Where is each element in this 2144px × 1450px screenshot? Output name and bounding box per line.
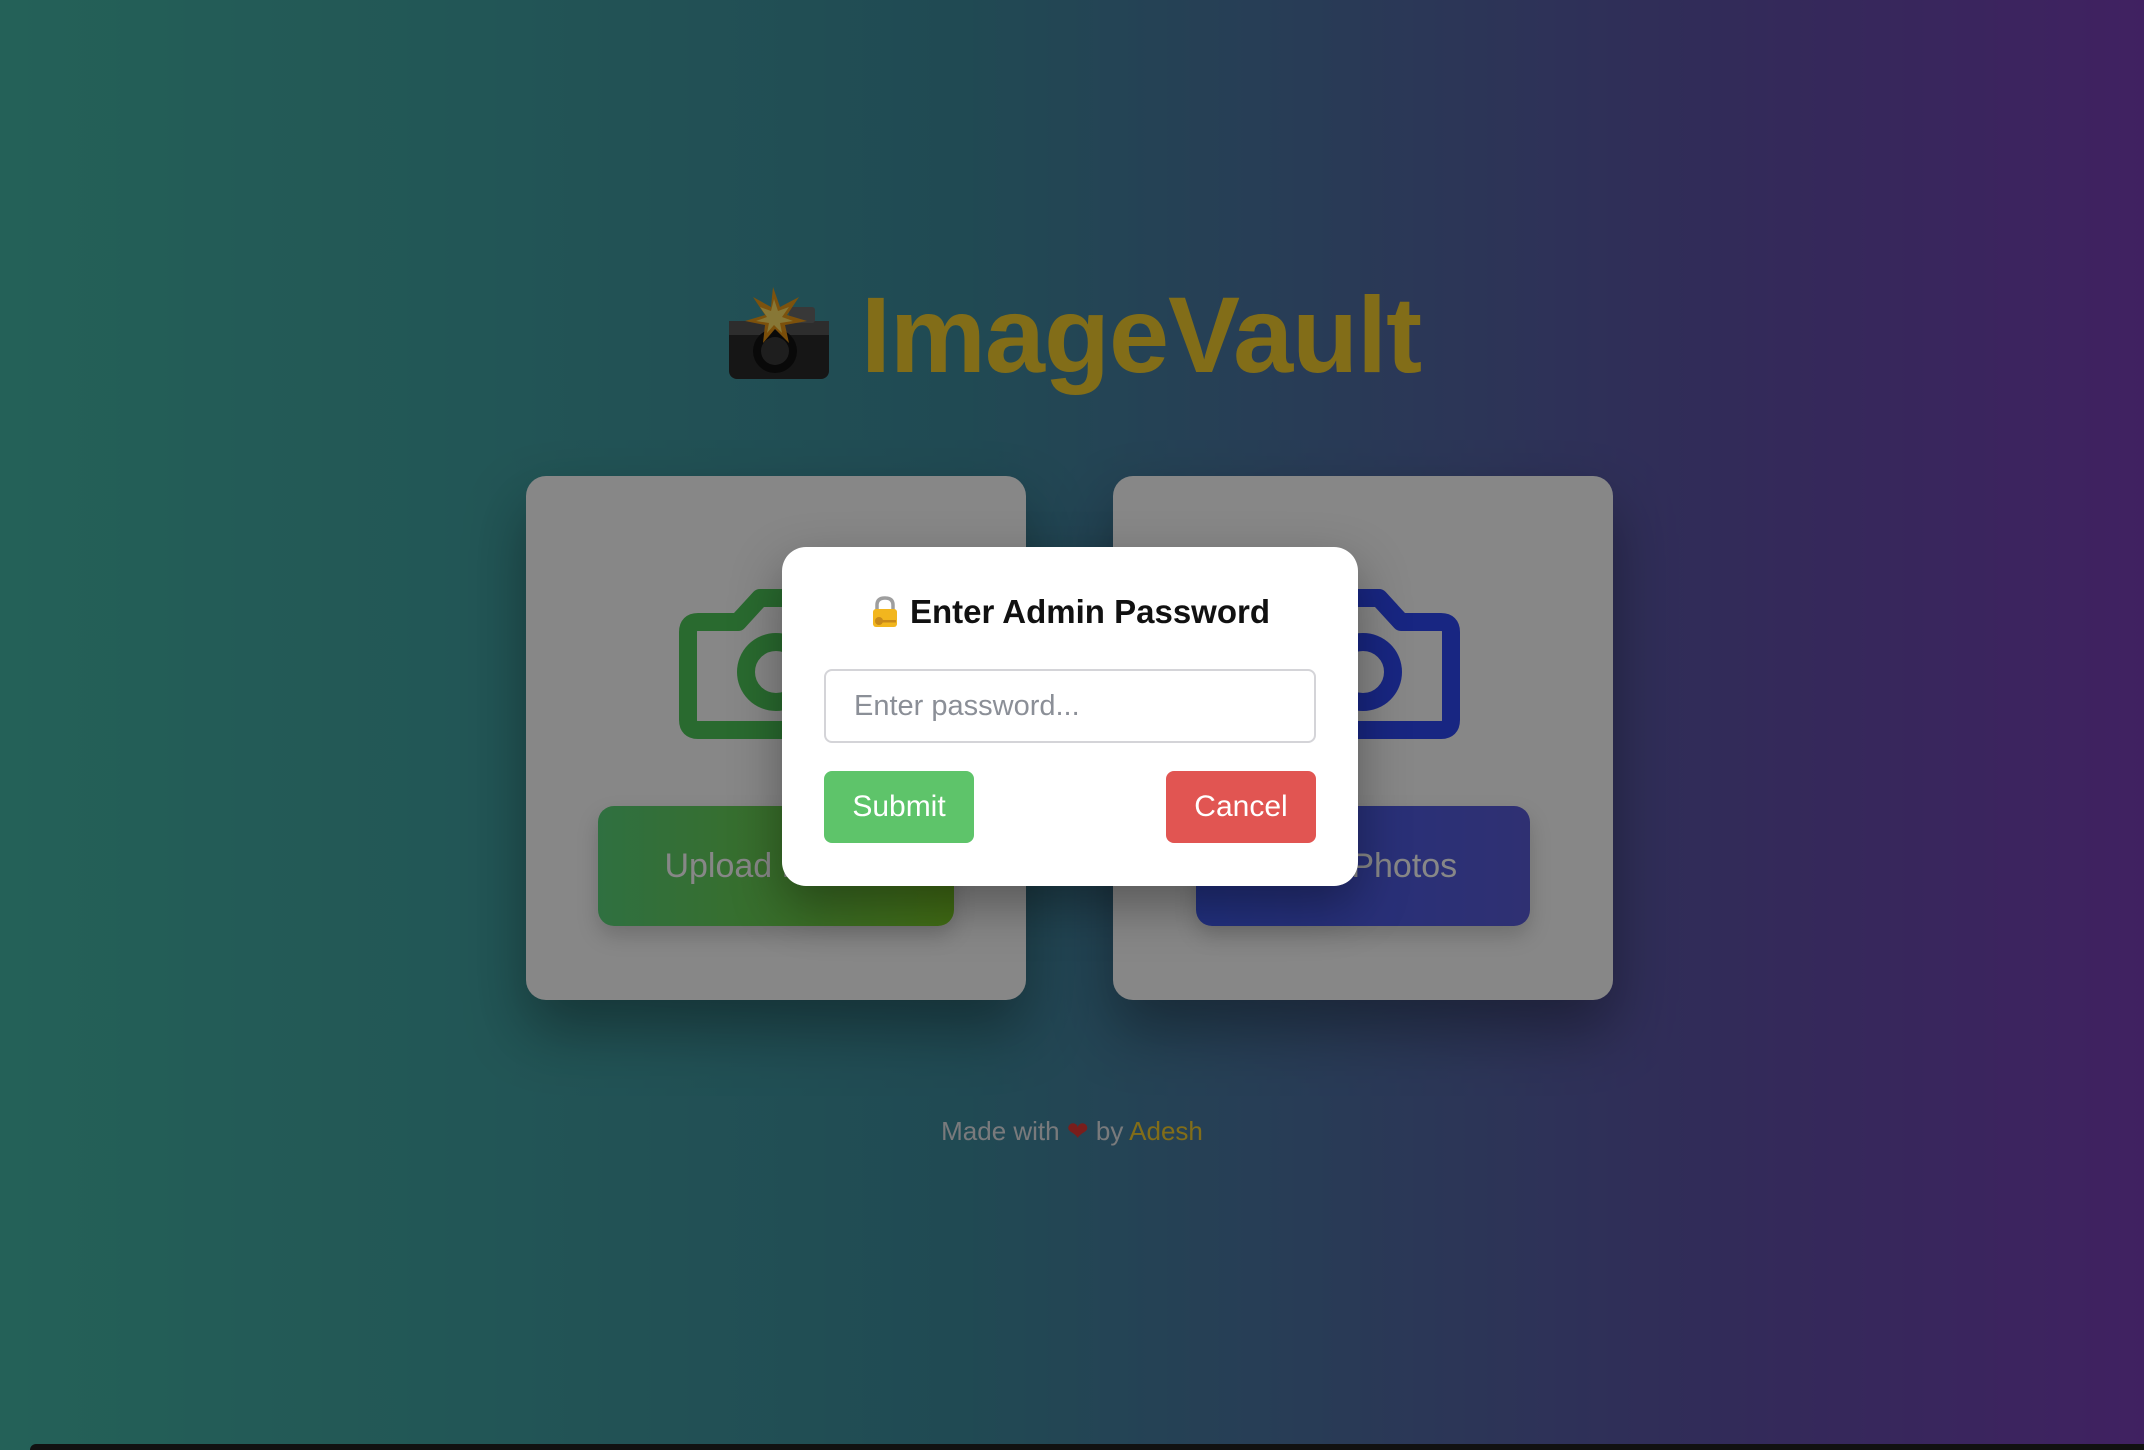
cancel-button[interactable]: Cancel [1166,771,1316,843]
modal-title: Enter Admin Password [909,593,1271,630]
lock-key-icon [872,596,897,627]
submit-button[interactable]: Submit [824,771,974,843]
admin-password-modal: Enter Admin Password Submit Cancel [782,547,1358,886]
modal-header: Enter Admin Password [782,587,1358,637]
password-input[interactable] [824,669,1316,743]
window-bottom-edge [30,1444,2144,1450]
